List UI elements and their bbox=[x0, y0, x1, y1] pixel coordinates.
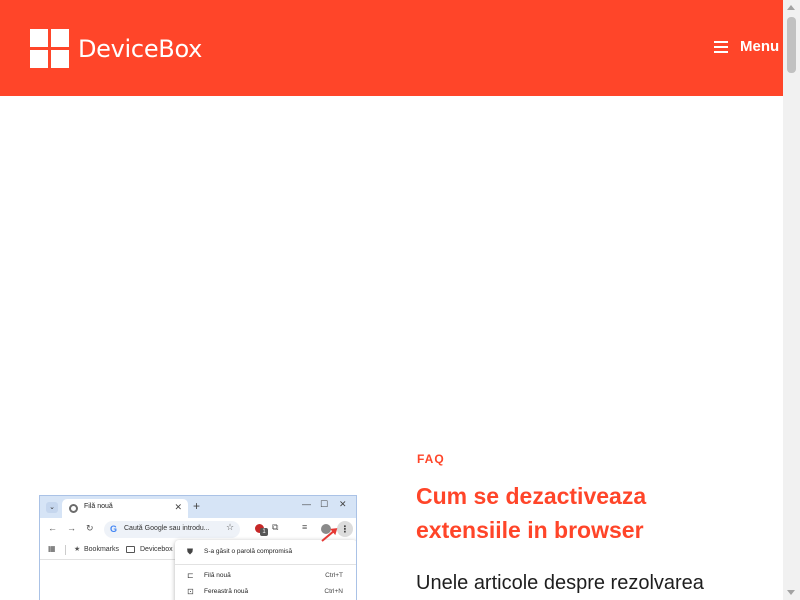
new-tab-icon: ⊏ bbox=[187, 571, 194, 580]
star-icon: ☆ bbox=[226, 522, 235, 532]
browser-menu: ⛊ S-a găsit o parolă compromisă ⊏ Filă n… bbox=[175, 540, 356, 600]
extension-badge: 1 bbox=[260, 528, 268, 536]
site-logo[interactable]: DeviceBox bbox=[30, 29, 202, 68]
google-icon: G bbox=[110, 524, 118, 534]
browser-toolbar: ← → ↻ G Caută Google sau introdu... ☆ 1 … bbox=[40, 518, 356, 540]
reload-icon: ↻ bbox=[86, 523, 94, 533]
plus-icon: + bbox=[193, 499, 201, 513]
article-title[interactable]: Cum se dezactiveaza extensiile in browse… bbox=[416, 479, 746, 547]
maximize-icon: ☐ bbox=[320, 499, 329, 509]
scroll-down-arrow-icon[interactable] bbox=[787, 590, 795, 595]
hamburger-icon bbox=[714, 40, 728, 53]
browser-tab: Filă nouă ✕ bbox=[62, 499, 188, 518]
menu-item-shortcut: Ctrl+N bbox=[324, 588, 343, 595]
shield-icon: ⛊ bbox=[187, 547, 193, 556]
menu-item-label: S-a găsit o parolă compromisă bbox=[204, 548, 293, 555]
article-thumbnail[interactable]: ⌄ Filă nouă ✕ + — ☐ ✕ ← → ↻ G Caută Goog… bbox=[39, 495, 357, 600]
media-icon: ≡ bbox=[302, 522, 308, 532]
folder-icon bbox=[126, 546, 135, 553]
article-excerpt: Unele articole despre rezolvarea bbox=[416, 572, 704, 594]
puzzle-icon: ⧉ bbox=[272, 522, 279, 532]
tab-title: Filă nouă bbox=[84, 503, 113, 510]
arrow-right-icon: → bbox=[67, 523, 76, 533]
menu-item: ⊏ Filă nouă Ctrl+T bbox=[175, 568, 356, 584]
address-placeholder: Caută Google sau introdu... bbox=[124, 525, 210, 532]
bookmark-label: Bookmarks bbox=[84, 546, 120, 553]
close-window-icon: ✕ bbox=[339, 499, 347, 509]
menu-item: ⛊ S-a găsit o parolă compromisă bbox=[175, 544, 356, 560]
scroll-up-arrow-icon[interactable] bbox=[787, 5, 795, 10]
bookmarks-divider bbox=[65, 545, 66, 555]
logo-text: DeviceBox bbox=[78, 34, 202, 63]
chevron-down-icon: ⌄ bbox=[46, 502, 58, 513]
chrome-icon bbox=[69, 504, 78, 513]
menu-divider bbox=[175, 564, 356, 565]
bookmark-label: Devicebox bbox=[140, 546, 173, 553]
menu-item-label: Filă nouă bbox=[204, 572, 231, 579]
windows-grid-icon bbox=[30, 29, 69, 68]
new-window-icon: ⊡ bbox=[187, 587, 194, 596]
kebab-icon: ⋮ bbox=[337, 521, 353, 537]
arrow-left-icon: ← bbox=[48, 523, 57, 533]
menu-item-label: Fereastră nouă bbox=[204, 588, 249, 595]
menu-button[interactable]: Menu bbox=[714, 38, 779, 55]
menu-item-shortcut: Ctrl+T bbox=[325, 572, 343, 579]
menu-item: ⊡ Fereastră nouă Ctrl+N bbox=[175, 584, 356, 600]
site-header: DeviceBox Menu bbox=[0, 0, 783, 96]
close-icon: ✕ bbox=[174, 502, 182, 512]
browser-tabstrip: ⌄ Filă nouă ✕ + — ☐ ✕ bbox=[40, 496, 356, 518]
page-scrollbar[interactable] bbox=[783, 0, 800, 600]
apps-grid-icon: ▦ bbox=[48, 544, 56, 553]
star-icon: ★ bbox=[74, 546, 81, 553]
menu-label: Menu bbox=[740, 38, 780, 55]
article-category[interactable]: FAQ bbox=[417, 452, 445, 466]
minimize-icon: — bbox=[302, 499, 311, 509]
scrollbar-thumb[interactable] bbox=[787, 17, 796, 73]
address-bar: G Caută Google sau introdu... bbox=[104, 521, 240, 538]
